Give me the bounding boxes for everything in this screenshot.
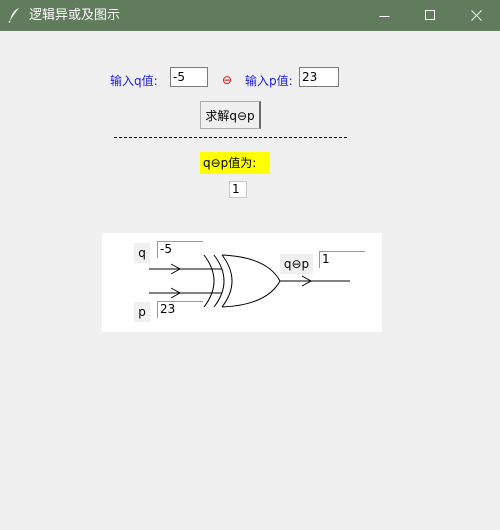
p-pin-label: p [134, 302, 150, 322]
result-value: 1 [229, 181, 247, 198]
xor-gate-body-front [221, 254, 281, 308]
maximize-button[interactable] [408, 0, 454, 31]
q-pin-label: q [134, 243, 150, 263]
q-input[interactable] [170, 67, 208, 87]
p-diagram-value: 23 [157, 301, 203, 318]
minimize-icon [379, 16, 390, 17]
xor-input-arc [203, 254, 215, 308]
output-diagram-value: 1 [319, 251, 365, 268]
q-diagram-value: -5 [157, 241, 203, 258]
q-input-label: 输入q值: [110, 74, 158, 88]
xor-gate-back-arc [213, 254, 225, 308]
separator-line [114, 137, 347, 138]
solve-button[interactable]: 求解q⊖p [200, 101, 261, 129]
close-button[interactable] [454, 0, 500, 31]
xor-symbol: ⊖ [222, 73, 233, 87]
output-label: q⊖p [280, 254, 313, 274]
result-label: q⊖p值为: [200, 152, 270, 174]
maximize-icon [425, 10, 435, 20]
window-title: 逻辑异或及图示 [29, 8, 121, 23]
close-icon [471, 10, 482, 21]
title-bar: 逻辑异或及图示 [0, 0, 500, 31]
p-input-label: 输入p值: [245, 74, 293, 88]
xor-gate-diagram: q -5 p 23 q⊖p 1 [102, 233, 382, 332]
p-input[interactable] [299, 67, 339, 87]
minimize-button[interactable] [362, 0, 408, 31]
feather-icon [8, 7, 22, 23]
